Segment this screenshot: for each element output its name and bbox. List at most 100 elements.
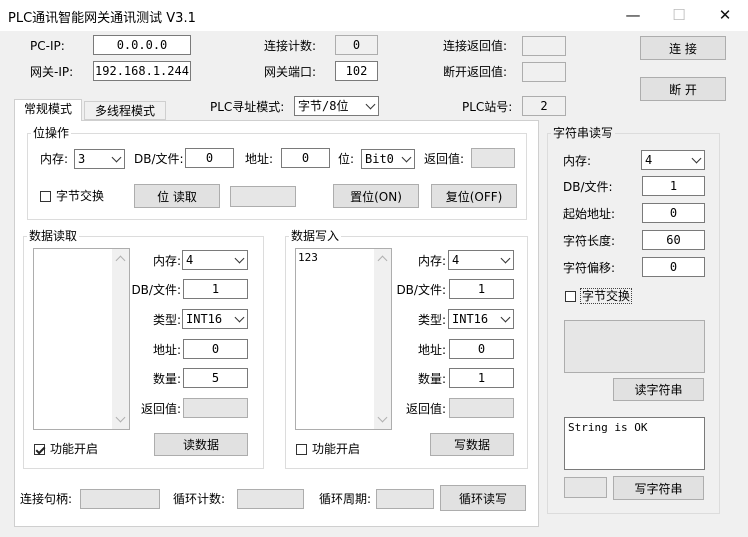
read-ret-label: 返回值: (140, 402, 181, 416)
write-db-field[interactable]: 1 (449, 279, 514, 299)
read-ret-field (183, 398, 248, 418)
write-type-label: 类型: (417, 313, 446, 327)
write-type-select[interactable]: INT16 (448, 309, 514, 329)
read-enable-checkbox[interactable] (34, 444, 45, 455)
read-data-button[interactable]: 读数据 (154, 433, 248, 456)
write-data-button[interactable]: 写数据 (430, 433, 514, 456)
str-db-field[interactable]: 1 (642, 176, 705, 196)
bit-swap-label: 字节交换 (56, 189, 105, 203)
str-swap-checkbox[interactable] (565, 291, 576, 302)
bit-db-field[interactable]: 0 (185, 148, 234, 168)
str-start-field[interactable]: 0 (642, 203, 705, 223)
bit-mem-select[interactable]: 3 (74, 149, 125, 169)
tab-normal-mode[interactable]: 常规模式 (14, 99, 82, 121)
loop-period-field (376, 489, 434, 509)
str-offset-field[interactable]: 0 (642, 257, 705, 277)
write-count-label: 数量: (417, 372, 446, 386)
str-swap-label: 字节交换 (580, 288, 633, 304)
scroll-down-icon[interactable] (115, 412, 126, 423)
write-enable-label: 功能开启 (312, 442, 361, 456)
gateway-ip-label: 网关-IP: (30, 65, 74, 79)
str-len-label: 字符长度: (563, 234, 616, 248)
write-string-button[interactable]: 写字符串 (613, 476, 704, 500)
pc-ip-field[interactable]: 0.0.0.0 (93, 35, 191, 55)
gateway-port-field[interactable]: 102 (335, 61, 378, 81)
chevron-down-icon (500, 312, 511, 323)
str-write-text[interactable]: String is OK (564, 417, 705, 470)
chevron-down-icon (234, 312, 245, 323)
minimize-button[interactable]: — (610, 0, 656, 31)
str-mem-select[interactable]: 4 (641, 150, 705, 170)
write-count-field[interactable]: 1 (449, 368, 514, 388)
bit-addr-field[interactable]: 0 (281, 148, 330, 168)
read-addr-field[interactable]: 0 (183, 339, 248, 359)
bit-swap-checkbox[interactable] (40, 191, 51, 202)
str-mem-label: 内存: (563, 154, 592, 168)
bit-addr-label: 地址: (245, 152, 274, 166)
chevron-down-icon (365, 99, 376, 110)
window-title: PLC通讯智能网关通讯测试 V3.1 (8, 11, 196, 26)
data-read-list[interactable] (33, 248, 130, 430)
read-mem-value: 4 (186, 253, 194, 267)
str-offset-label: 字符偏移: (563, 261, 616, 275)
read-mem-select[interactable]: 4 (182, 250, 248, 270)
handle-label: 连接句柄: (20, 492, 73, 506)
str-start-label: 起始地址: (563, 207, 616, 221)
bit-mem-label: 内存: (40, 152, 69, 166)
main-window: PLC通讯智能网关通讯测试 V3.1 — ☐ ✕ PC-IP: 0.0.0.0 … (0, 0, 748, 537)
read-db-field[interactable]: 1 (183, 279, 248, 299)
chevron-down-icon (234, 253, 245, 264)
write-addr-field[interactable]: 0 (449, 339, 514, 359)
connect-return-field (522, 36, 566, 56)
bit-read-button[interactable]: 位 读取 (134, 184, 220, 208)
str-read-result (564, 320, 705, 373)
str-len-field[interactable]: 60 (642, 230, 705, 250)
tab-multithread-mode[interactable]: 多线程模式 (84, 101, 166, 120)
pc-ip-label: PC-IP: (30, 39, 65, 53)
bit-bit-select[interactable]: Bit0 (361, 149, 415, 169)
gateway-ip-field[interactable]: 192.168.1.244 (93, 61, 191, 81)
data-write-list[interactable]: 123 (295, 248, 392, 430)
scroll-down-icon[interactable] (377, 412, 388, 423)
plc-addr-mode-select[interactable]: 字节/8位 (294, 96, 379, 116)
loop-rw-button[interactable]: 循环读写 (440, 485, 526, 511)
write-mem-select[interactable]: 4 (448, 250, 514, 270)
write-enable-checkbox[interactable] (296, 444, 307, 455)
write-ret-field (449, 398, 514, 418)
read-string-button[interactable]: 读字符串 (613, 378, 704, 401)
read-addr-label: 地址: (152, 343, 181, 357)
bit-reset-button[interactable]: 复位(OFF) (431, 184, 517, 208)
handle-field (80, 489, 160, 509)
bit-bit-label: 位: (338, 152, 355, 166)
bit-bit-value: Bit0 (365, 152, 394, 166)
read-count-field[interactable]: 5 (183, 368, 248, 388)
disconnect-return-field (522, 62, 566, 82)
connect-button[interactable]: 连 接 (640, 36, 726, 60)
plc-station-field: 2 (522, 96, 566, 116)
bit-ret-field (471, 148, 515, 168)
write-mem-value: 4 (452, 253, 460, 267)
chevron-down-icon (500, 253, 511, 264)
data-write-scrollbar[interactable] (374, 249, 391, 429)
data-write-title: 数据写入 (289, 229, 342, 243)
chevron-down-icon (111, 152, 122, 163)
bit-op-title: 位操作 (31, 126, 72, 140)
scroll-up-icon[interactable] (115, 255, 126, 266)
read-type-label: 类型: (152, 313, 181, 327)
plc-addr-mode-label: PLC寻址模式: (210, 100, 285, 114)
str-db-label: DB/文件: (563, 180, 613, 194)
bit-set-button[interactable]: 置位(ON) (333, 184, 419, 208)
plc-station-label: PLC站号: (462, 100, 513, 114)
bit-read-result (230, 186, 296, 207)
write-ret-label: 返回值: (405, 402, 446, 416)
close-button[interactable]: ✕ (702, 0, 748, 31)
scroll-up-icon[interactable] (377, 255, 388, 266)
read-type-select[interactable]: INT16 (182, 309, 248, 329)
maximize-button[interactable]: ☐ (656, 0, 702, 31)
read-mem-label: 内存: (152, 254, 181, 268)
str-write-small (564, 477, 607, 498)
bit-ret-label: 返回值: (424, 152, 465, 166)
loop-count-field (237, 489, 304, 509)
disconnect-button[interactable]: 断 开 (640, 77, 726, 101)
read-type-value: INT16 (186, 312, 223, 326)
